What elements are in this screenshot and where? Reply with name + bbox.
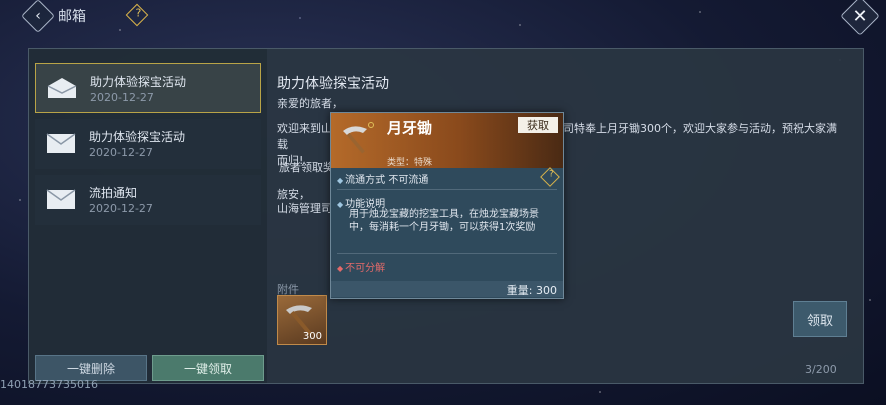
no-decompose-notice: ◆ 不可分解: [337, 259, 385, 274]
no-decompose-text: 不可分解: [345, 263, 386, 274]
mail-date: 2020-12-27: [89, 146, 153, 159]
diamond-bullet-icon: ◆: [337, 264, 344, 273]
mail-date: 2020-12-27: [89, 202, 153, 215]
page-title: 邮箱: [58, 9, 86, 25]
get-button[interactable]: 获取: [518, 117, 558, 133]
pickaxe-icon: [343, 122, 374, 154]
claim-button[interactable]: 领取: [793, 301, 847, 337]
mail-heading: 助力体验探宝活动: [277, 76, 389, 92]
item-type: 类型：特殊: [387, 158, 433, 168]
mail-list: 助力体验探宝活动 2020-12-27 助力体验探宝活动 2020-12-27 …: [29, 49, 267, 383]
mail-date: 2020-12-27: [90, 91, 154, 104]
close-button[interactable]: ✕: [840, 0, 880, 36]
top-bar: ‹ 邮箱 ? ✕: [0, 0, 886, 36]
tooltip-header: 月牙锄 获取 类型：特殊: [331, 113, 563, 168]
mail-body-line2: 旅者领取奖: [279, 161, 334, 174]
tooltip-help-button[interactable]: ?: [540, 167, 560, 187]
help-button[interactable]: ?: [125, 3, 149, 27]
diamond-bullet-icon: ◆: [337, 176, 344, 185]
mail-title: 流拍通知: [89, 186, 138, 200]
mail-icon: [46, 189, 76, 209]
back-button[interactable]: ‹: [21, 0, 55, 33]
diamond-bullet-icon: ◆: [337, 200, 344, 209]
mail-title: 助力体验探宝活动: [89, 130, 186, 144]
function-description: 用于烛龙宝藏的挖宝工具，在烛龙宝藏场景中，每消耗一个月牙锄，可以获得1次奖励: [349, 209, 539, 233]
mail-sign-2: 山海管理司: [277, 202, 332, 215]
divider: [337, 189, 557, 190]
mail-list-item[interactable]: 流拍通知 2020-12-27: [35, 175, 261, 225]
weight-bar: 重量: 300: [331, 281, 563, 297]
mail-open-icon: [47, 78, 77, 98]
trade-info: ◆ 流通方式 不可流通: [337, 171, 428, 186]
attachment-slot[interactable]: 300: [277, 295, 327, 345]
item-tooltip: 月牙锄 获取 类型：特殊 ◆ 流通方式 不可流通 ? ◆ 功能说明 用于烛龙宝藏的挖…: [330, 112, 564, 299]
mail-count: 3/200: [805, 363, 837, 376]
user-id: 14018773735016: [0, 378, 98, 391]
mail-greeting: 亲爱的旅者，: [277, 97, 343, 110]
divider: [337, 253, 557, 254]
mail-icon: [46, 133, 76, 153]
mail-list-item[interactable]: 助力体验探宝活动 2020-12-27: [35, 63, 261, 113]
attachment-count: 300: [302, 331, 322, 342]
mail-title: 助力体验探宝活动: [90, 75, 187, 89]
item-name: 月牙锄: [387, 119, 433, 137]
close-icon: ✕: [852, 5, 868, 27]
claim-all-button[interactable]: 一键领取: [152, 355, 264, 381]
back-arrow-icon: ‹: [35, 8, 41, 24]
trade-text: 流通方式 不可流通: [345, 175, 429, 186]
mail-list-item[interactable]: 助力体验探宝活动 2020-12-27: [35, 119, 261, 169]
item-weight: 重量: 300: [506, 284, 557, 297]
help-icon: ?: [549, 169, 554, 180]
mail-body-left: 欢迎来到山: [277, 122, 332, 135]
help-icon: ?: [135, 6, 142, 20]
